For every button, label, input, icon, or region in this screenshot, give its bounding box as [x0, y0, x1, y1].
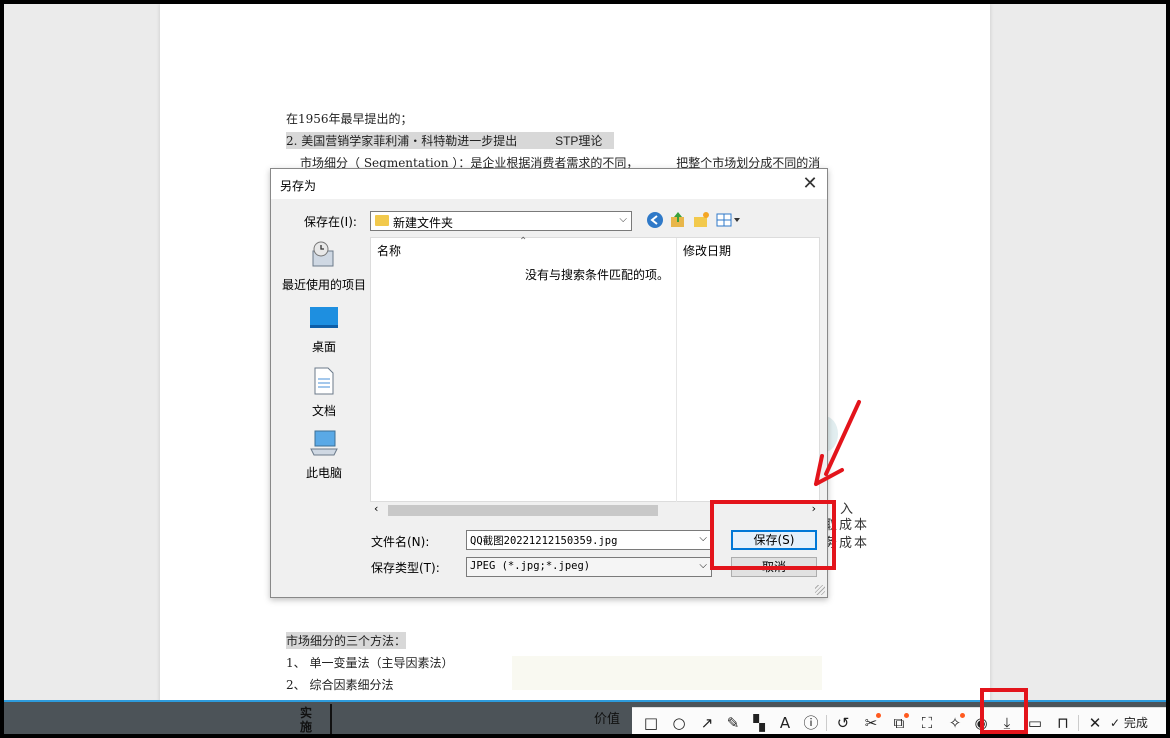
- translate-icon[interactable]: ⧉: [888, 712, 910, 734]
- mosaic-icon[interactable]: ▚: [748, 712, 770, 734]
- number-icon[interactable]: ⓘ: [800, 712, 822, 734]
- strip-divider: [330, 704, 332, 734]
- close-icon[interactable]: ✕: [1084, 712, 1106, 734]
- annotation-arrow: [814, 400, 861, 486]
- check-icon: ✓: [1110, 716, 1124, 730]
- text-icon[interactable]: A: [774, 712, 796, 734]
- screenshot-toolbar: □ ○ ↗ ✎ ▚ A ⓘ ↺ ✂ ⧉ ⛶ ✧ ◉ ⤓ ▭ ⊓ ✕ ✓ 完成: [632, 707, 1166, 734]
- toolbar-separator: [1078, 715, 1079, 731]
- screen-frame: 在1956年最早提出的； 2. 美国营销学家菲利浦・科特勒进一步提出 STP理论…: [4, 4, 1166, 734]
- new-badge: [904, 713, 909, 718]
- rectangle-icon[interactable]: □: [640, 712, 662, 734]
- pen-icon[interactable]: ✎: [722, 712, 744, 734]
- done-button[interactable]: ✓ 完成: [1110, 712, 1148, 734]
- bookmark-icon[interactable]: ⊓: [1052, 712, 1074, 734]
- pin-icon[interactable]: ✧: [944, 712, 966, 734]
- toolbar-separator: [826, 715, 827, 731]
- ellipse-icon[interactable]: ○: [668, 712, 690, 734]
- strip-text: 价值: [594, 712, 621, 727]
- crop-icon[interactable]: ✂: [860, 712, 882, 734]
- new-badge: [960, 713, 965, 718]
- annotation-highlight-box: [980, 688, 1028, 734]
- ocr-icon[interactable]: ⛶: [916, 712, 938, 734]
- strip-text: 施: [300, 720, 313, 734]
- done-label: 完成: [1123, 716, 1148, 730]
- new-badge: [876, 713, 881, 718]
- undo-icon[interactable]: ↺: [832, 712, 854, 734]
- arrow-icon[interactable]: ↗: [696, 712, 718, 734]
